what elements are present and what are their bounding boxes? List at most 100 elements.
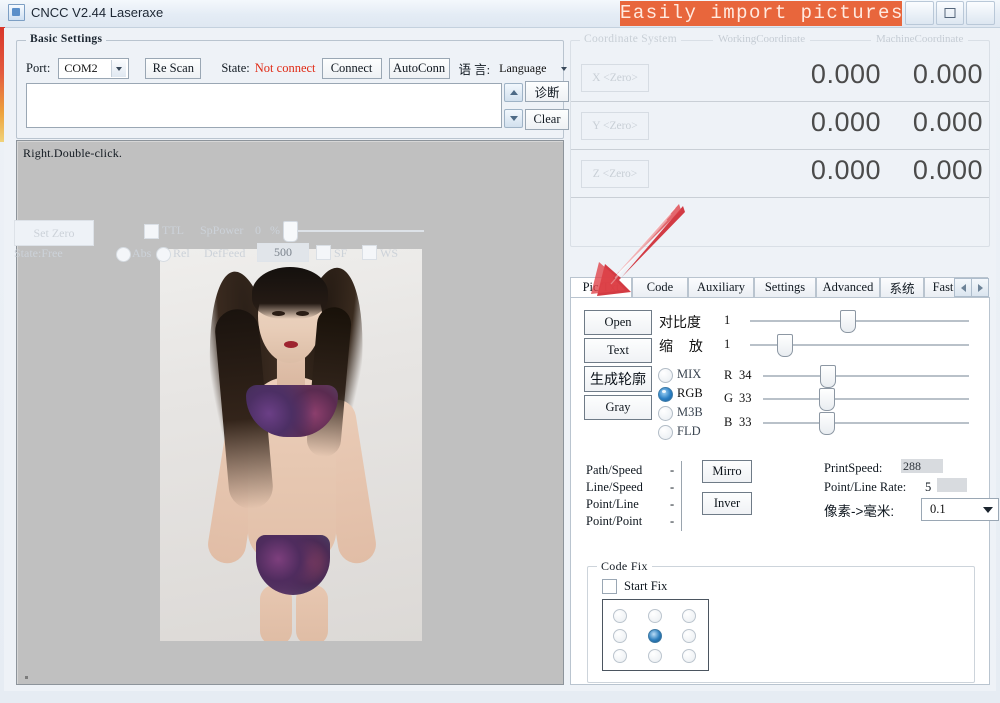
sppower-slider-thumb[interactable] — [283, 221, 298, 242]
text-button[interactable]: Text — [584, 338, 652, 363]
mode-radio-mix[interactable] — [658, 368, 673, 383]
fix-origin-option-3[interactable] — [613, 629, 627, 643]
log-scroll-down-button[interactable] — [504, 109, 523, 128]
tab-scroll-right-icon[interactable] — [971, 278, 989, 297]
ws-checkbox[interactable] — [362, 245, 377, 260]
gray-button[interactable]: Gray — [584, 395, 652, 420]
mirror-button[interactable]: Mirro — [702, 460, 752, 483]
language-select-value: Language — [499, 61, 547, 75]
start-fix-checkbox[interactable] — [602, 579, 617, 594]
x-machine-value: 0.000 — [912, 59, 983, 89]
tab-code[interactable]: Code — [632, 277, 688, 297]
mode-label-fld: FLD — [677, 424, 701, 438]
red-slider-thumb[interactable] — [820, 365, 836, 388]
tab-pic-txt[interactable]: Pic/Txt — [570, 277, 632, 298]
application-window: CNCC V2.44 Laseraxe Easily import pictur… — [0, 0, 1000, 703]
mode-radio-m3b[interactable] — [658, 406, 673, 421]
generate-contour-button[interactable]: 生成轮廓 — [584, 366, 652, 392]
tab-system[interactable]: 系统 — [880, 277, 924, 297]
log-scroll-up-button[interactable] — [504, 83, 523, 102]
title-bar-left: CNCC V2.44 Laseraxe — [8, 4, 163, 21]
close-button[interactable] — [966, 1, 996, 25]
line-speed-label: Line/Speed — [586, 480, 643, 494]
contrast-slider-thumb[interactable] — [840, 310, 856, 333]
deffeed-input[interactable]: 500 — [257, 243, 309, 262]
fix-origin-grid — [602, 599, 709, 671]
z-working-value: 0.000 — [810, 155, 881, 185]
tab-advanced[interactable]: Advanced — [816, 277, 880, 297]
log-output[interactable] — [26, 83, 502, 128]
mode-label-m3b: M3B — [677, 405, 703, 419]
code-fix-title: Code Fix — [597, 559, 652, 574]
mode-radio-rgb[interactable] — [658, 387, 673, 402]
clear-log-button[interactable]: Clear — [525, 109, 569, 130]
fix-origin-option-6[interactable] — [613, 649, 627, 663]
tab-scroll-left-icon[interactable] — [954, 278, 972, 297]
x-working-value: 0.000 — [810, 59, 881, 89]
red-slider-track[interactable] — [763, 375, 969, 377]
z-machine-value: 0.000 — [912, 155, 983, 185]
diagnose-button[interactable]: 诊断 — [525, 81, 569, 102]
pixel-to-mm-select[interactable]: 0.1 — [921, 498, 999, 521]
abs-radio[interactable] — [116, 247, 131, 262]
printspeed-value[interactable]: 288 — [901, 459, 943, 473]
window-body: Basic Settings Port: COM2 Re Scan State:… — [4, 28, 999, 691]
port-select[interactable]: COM2 — [58, 58, 130, 79]
open-button[interactable]: Open — [584, 310, 652, 335]
fix-origin-option-4[interactable] — [648, 629, 662, 643]
coordinate-row-x: X <Zero> 0.000 0.000 — [571, 53, 989, 102]
fix-origin-option-7[interactable] — [648, 649, 662, 663]
set-zero-button[interactable]: Set Zero — [14, 220, 94, 246]
rel-radio[interactable] — [156, 247, 171, 262]
pixel-to-mm-label: 像素->毫米: — [824, 504, 895, 519]
tab-auxiliary[interactable]: Auxiliary — [688, 277, 754, 297]
window-controls — [904, 1, 996, 25]
ttl-checkbox[interactable] — [144, 224, 159, 239]
blue-slider-track[interactable] — [763, 422, 969, 424]
state-value: Not connect — [254, 61, 316, 75]
fix-origin-option-1[interactable] — [648, 609, 662, 623]
point-point-label: Point/Point — [586, 514, 643, 528]
fix-origin-option-2[interactable] — [682, 609, 696, 623]
y-zero-button[interactable]: Y <Zero> — [581, 112, 649, 140]
line-speed-value: - — [670, 480, 675, 494]
pic-txt-panel: Open Text 生成轮廓 Gray 对比度 1 缩 放 1 MIX RGB … — [570, 297, 999, 685]
sppower-unit: % — [270, 223, 280, 237]
green-slider-track[interactable] — [763, 398, 969, 400]
promo-banner: Easily import pictures — [620, 1, 902, 26]
start-fix-row: Start Fix — [602, 579, 667, 594]
sppower-slider-track[interactable] — [289, 230, 424, 232]
working-coordinate-header: WorkingCoordinate — [713, 33, 811, 45]
printspeed-label: PrintSpeed: — [824, 461, 883, 475]
z-zero-button[interactable]: Z <Zero> — [581, 160, 649, 188]
blue-slider-thumb[interactable] — [819, 412, 835, 435]
sf-label: SF — [334, 246, 348, 260]
fix-origin-option-8[interactable] — [682, 649, 696, 663]
autoconn-button[interactable]: AutoConn — [388, 58, 450, 79]
zoom-slider-thumb[interactable] — [777, 334, 793, 357]
restore-button[interactable] — [935, 1, 965, 25]
basic-settings-title: Basic Settings — [26, 33, 107, 45]
y-working-value: 0.000 — [810, 107, 881, 137]
invert-button[interactable]: Inver — [702, 492, 752, 515]
mode-radio-fld[interactable] — [658, 425, 673, 440]
fix-origin-option-0[interactable] — [613, 609, 627, 623]
connect-button[interactable]: Connect — [321, 58, 382, 79]
green-slider-thumb[interactable] — [819, 388, 835, 411]
deffeed-label: DefFeed — [204, 246, 246, 260]
mode-label-rgb: RGB — [677, 386, 703, 400]
point-line-rate-field[interactable] — [937, 478, 967, 492]
imported-picture[interactable] — [160, 249, 422, 641]
photo-shape — [296, 311, 309, 316]
tab-settings[interactable]: Settings — [754, 277, 816, 297]
contrast-slider-track[interactable] — [750, 320, 969, 322]
rescan-button[interactable]: Re Scan — [145, 58, 202, 79]
zoom-value: 1 — [724, 337, 731, 351]
x-zero-button[interactable]: X <Zero> — [581, 64, 649, 92]
port-label: Port: — [26, 61, 51, 75]
minimize-button[interactable] — [905, 1, 934, 25]
fix-origin-option-5[interactable] — [682, 629, 696, 643]
sf-checkbox[interactable] — [316, 245, 331, 260]
red-channel-value: 34 — [739, 368, 752, 382]
language-select[interactable]: Language — [494, 59, 573, 78]
